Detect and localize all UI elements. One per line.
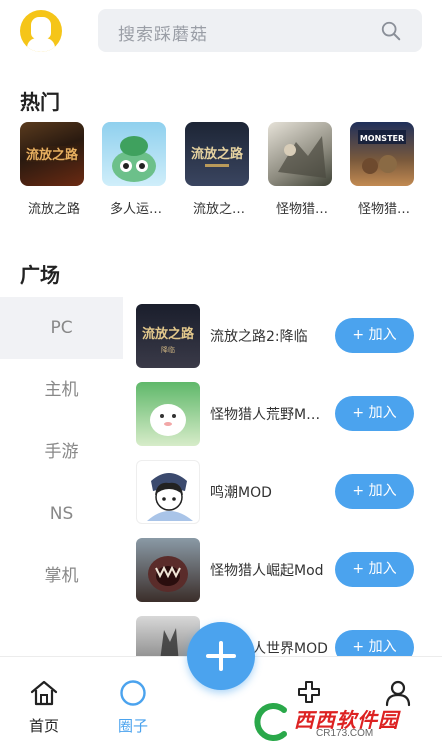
watermark-subtext: CR173.COM [316,728,374,739]
game-thumbnail: 流放之路 降临 [136,304,200,368]
game-list-item[interactable]: 流放之路降临 流放之路2:降临 + 加入 [136,304,426,370]
svg-text:MONSTER: MONSTER [360,134,404,143]
game-thumbnail [136,538,200,602]
game-name: 流放之路2:降临 [210,329,308,345]
nav-circle-label: 圈子 [117,717,148,735]
nav-circle[interactable]: 圈子 [103,679,163,736]
hot-game-thumbnail: 流放之路 [185,122,249,186]
category-tab-pc[interactable]: PC [0,297,123,359]
hot-game-item[interactable]: 流放之路 流放之路 [20,122,88,217]
hot-game-label: 怪物猎… [275,202,328,217]
hot-game-item[interactable]: 流放之路 流放之… [185,122,253,217]
svg-text:流放之路: 流放之路 [142,326,195,342]
hot-game-item[interactable]: 多人运… [102,122,170,217]
hot-game-thumbnail: MONSTER [350,122,414,186]
hot-section-title: 热门 [20,90,60,114]
hot-game-label: 流放之… [192,202,245,217]
hot-games-row: 流放之路 流放之路 多人运… 流放之路 流放之… 怪物猎… MONSTER 怪物… [0,122,442,222]
category-tab-ns[interactable]: NS [0,483,123,545]
category-tab-handheld[interactable]: 掌机 [0,545,123,607]
hot-game-label: 流放之路 [27,202,80,217]
home-icon [30,680,58,706]
nav-home-label: 首页 [28,717,59,735]
join-button[interactable]: + 加入 [335,396,414,431]
hot-game-thumbnail [268,122,332,186]
nav-home[interactable]: 首页 [14,679,74,736]
watermark-logo: 西西软件园 CR173.COM [250,700,430,744]
add-post-button[interactable] [187,622,255,690]
top-bar: 搜索踩蘑菇 [0,0,442,62]
game-name: 怪物猎人崛起Mod [210,563,324,579]
hot-game-label: 怪物猎… [357,202,410,217]
game-name: 怪物猎人荒野M… [210,407,321,423]
hot-game-item[interactable]: MONSTER 怪物猎… [350,122,418,217]
search-placeholder: 搜索踩蘑菇 [118,25,208,45]
hot-game-thumbnail: 流放之路 [20,122,84,186]
circle-icon [120,680,146,706]
plus-icon-vertical [219,641,223,671]
svg-text:流放之路: 流放之路 [191,146,244,162]
join-button[interactable]: + 加入 [335,318,414,353]
category-tab-mobile[interactable]: 手游 [0,421,123,483]
game-list-item[interactable]: 怪物猎人荒野M… + 加入 [136,382,426,448]
category-tab-console[interactable]: 主机 [0,359,123,421]
game-list-item[interactable]: 鸣潮MOD + 加入 [136,460,426,526]
avatar[interactable] [20,10,62,52]
watermark-c-icon [254,703,287,741]
hot-game-label: 多人运… [109,202,162,217]
search-input[interactable]: 搜索踩蘑菇 [98,9,422,52]
join-button[interactable]: + 加入 [335,474,414,509]
hot-game-thumbnail [102,122,166,186]
hot-game-item[interactable]: 怪物猎… [268,122,336,217]
game-thumbnail [136,460,200,524]
game-name: 鸣潮MOD [210,485,272,501]
category-list: PC 主机 手游 NS 掌机 [0,297,123,607]
game-thumbnail [136,382,200,446]
svg-text:流放之路: 流放之路 [26,147,79,163]
avatar-body [27,38,55,52]
join-button[interactable]: + 加入 [335,552,414,587]
game-list-item[interactable]: 怪物猎人崛起Mod + 加入 [136,538,426,604]
avatar-head [31,17,51,39]
svg-text:降临: 降临 [161,345,175,354]
search-icon[interactable] [380,20,402,42]
square-section-title: 广场 [20,263,60,287]
